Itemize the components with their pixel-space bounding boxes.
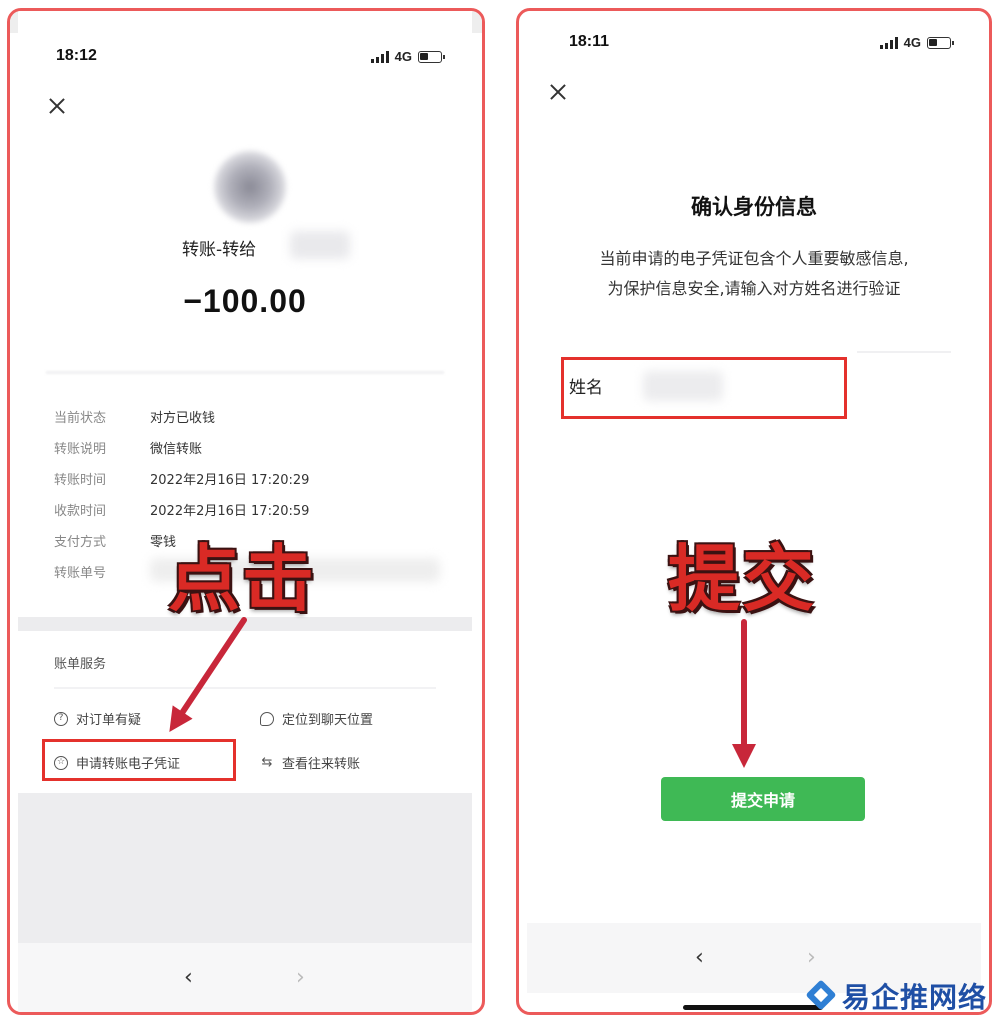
- highlight-box: [561, 357, 847, 419]
- battery-icon: [927, 36, 954, 49]
- divider: [857, 351, 951, 353]
- question-icon: ?: [54, 711, 68, 726]
- left-screen: 18:12 4G 转账-转给 −100.00 当前状态 对方已收钱 转账说明 微…: [18, 11, 472, 1012]
- left-phone-screenshot: 18:12 4G 转账-转给 −100.00 当前状态 对方已收钱 转账说明 微…: [7, 8, 485, 1015]
- signal-icon: [879, 36, 898, 49]
- status-time: 18:11: [569, 33, 610, 50]
- signal-icon: [370, 50, 389, 63]
- swap-icon: ⇆: [261, 755, 273, 770]
- browser-nav-bar: ‹ ›: [18, 943, 472, 1012]
- divider: [54, 687, 436, 689]
- submit-button[interactable]: 提交申请: [661, 777, 865, 821]
- service-label: 查看往来转账: [282, 757, 361, 772]
- detail-label: 转账说明: [54, 442, 107, 457]
- home-indicator: [683, 1005, 823, 1010]
- detail-label: 当前状态: [54, 411, 107, 426]
- chat-bubble-icon: [260, 711, 274, 726]
- detail-value: 2022年2月16日 17:20:29: [150, 473, 310, 488]
- detail-row: 当前状态 对方已收钱: [54, 403, 432, 434]
- status-bar: 18:12 4G: [56, 47, 445, 71]
- empty-area: [18, 793, 472, 943]
- network-type: 4G: [903, 35, 921, 50]
- network-type: 4G: [394, 49, 412, 64]
- avatar: [214, 151, 286, 223]
- detail-label: 支付方式: [54, 535, 107, 550]
- watermark-text: 易企推网络: [842, 981, 988, 1014]
- locate-chat-link[interactable]: 定位到聊天位置: [260, 709, 373, 728]
- battery-icon: [418, 50, 445, 63]
- highlight-box: [42, 739, 236, 781]
- detail-label: 转账单号: [54, 566, 107, 581]
- detail-row: 转账说明 微信转账: [54, 434, 432, 465]
- detail-value: 微信转账: [150, 442, 203, 457]
- right-phone-screenshot: 18:11 4G 确认身份信息 当前申请的电子凭证包含个人重要敏感信息, 为保护…: [516, 8, 992, 1015]
- service-label: 定位到聊天位置: [282, 713, 374, 728]
- description-line-2: 为保护信息安全,请输入对方姓名进行验证: [607, 279, 901, 298]
- detail-row: 转账时间 2022年2月16日 17:20:29: [54, 465, 432, 496]
- page-title: 确认身份信息: [691, 195, 817, 219]
- submit-annotation: 提交: [668, 537, 817, 621]
- forward-chevron-icon[interactable]: ›: [807, 945, 816, 970]
- forward-chevron-icon[interactable]: ›: [296, 965, 305, 990]
- watermark-logo-icon: [806, 980, 838, 1012]
- detail-label: 收款时间: [54, 504, 107, 519]
- detail-value: 2022年2月16日 17:20:59: [150, 504, 310, 519]
- detail-label: 转账时间: [54, 473, 107, 488]
- watermark: 易企推网络: [806, 976, 987, 1016]
- click-annotation: 点击: [168, 537, 317, 621]
- status-indicators: 4G: [879, 35, 954, 50]
- description-line-1: 当前申请的电子凭证包含个人重要敏感信息,: [599, 249, 909, 268]
- close-icon[interactable]: [48, 97, 66, 115]
- right-screen: 18:11 4G 确认身份信息 当前申请的电子凭证包含个人重要敏感信息, 为保护…: [527, 11, 981, 1012]
- transfer-amount: −100.00: [183, 283, 307, 319]
- detail-value: 对方已收钱: [150, 411, 216, 426]
- question-order-link[interactable]: ? 对订单有疑: [54, 709, 141, 728]
- service-label: 对订单有疑: [76, 713, 142, 728]
- status-time: 18:12: [56, 47, 97, 64]
- recipient-name-blurred: [290, 231, 350, 259]
- divider: [46, 371, 444, 374]
- status-bar: 18:11 4G: [569, 33, 954, 57]
- service-section-title: 账单服务: [54, 657, 107, 672]
- back-chevron-icon[interactable]: ‹: [695, 945, 704, 970]
- transfer-history-link[interactable]: ⇆ 查看往来转账: [260, 753, 360, 772]
- back-chevron-icon[interactable]: ‹: [184, 965, 193, 990]
- close-icon[interactable]: [549, 83, 567, 101]
- transfer-title: 转账-转给: [182, 240, 257, 260]
- status-indicators: 4G: [370, 49, 445, 64]
